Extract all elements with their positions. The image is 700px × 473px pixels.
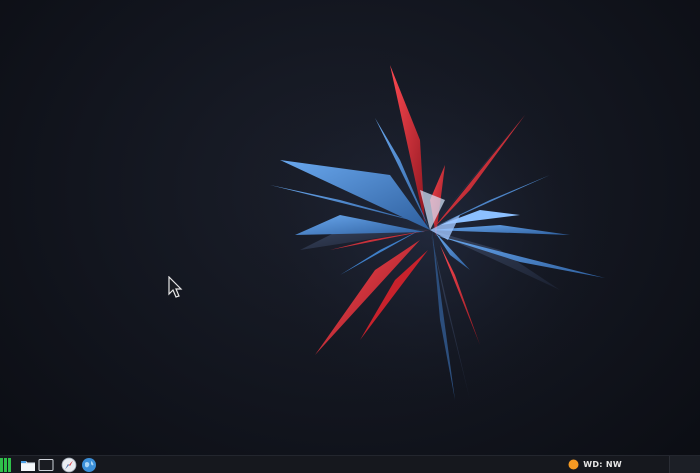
- compass-icon[interactable]: [61, 457, 77, 473]
- desktop[interactable]: WD: NW: [0, 0, 700, 473]
- orange-circle-icon[interactable]: [568, 459, 579, 470]
- taskbar: WD: NW: [0, 455, 700, 473]
- tray-status-text: WD: NW: [583, 460, 622, 469]
- folder-icon[interactable]: [20, 457, 36, 473]
- globe-icon[interactable]: [81, 457, 97, 473]
- terminal-icon[interactable]: [38, 457, 54, 473]
- system-tray: WD: NW: [568, 456, 622, 473]
- show-desktop-button[interactable]: [669, 456, 700, 473]
- menu-grid-icon[interactable]: [0, 457, 12, 473]
- wallpaper: [240, 40, 620, 420]
- mouse-pointer-icon: [168, 276, 183, 298]
